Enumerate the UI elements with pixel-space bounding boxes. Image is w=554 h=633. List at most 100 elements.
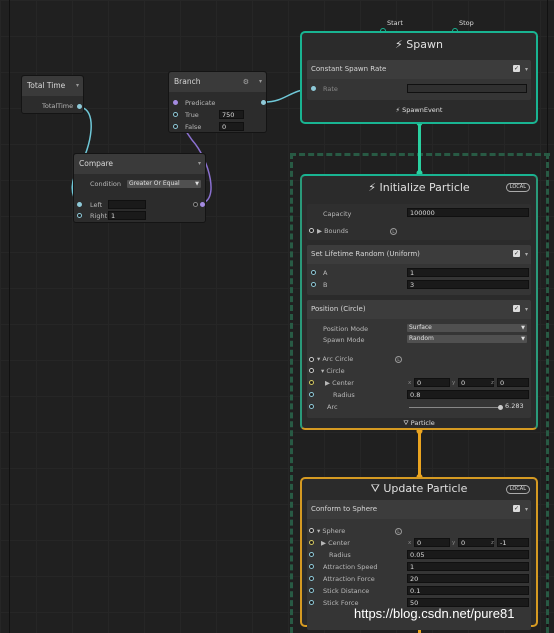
enable-checkbox[interactable]: ✓ xyxy=(513,65,520,72)
particle-icon: ⛛ xyxy=(370,482,380,495)
false-value-field[interactable]: 0 xyxy=(219,122,244,131)
position-mode-dropdown[interactable]: Surface ▼ xyxy=(407,324,527,332)
right-input-port[interactable] xyxy=(77,213,82,218)
arc-circle-port[interactable] xyxy=(309,357,314,362)
rate-input-port[interactable] xyxy=(311,86,316,91)
attraction-speed-port[interactable] xyxy=(309,564,314,569)
stick-force-port[interactable] xyxy=(309,600,314,605)
branch-title: Branch xyxy=(174,77,201,86)
bounds-label: ▶ Bounds xyxy=(317,227,349,235)
attraction-force-field[interactable]: 20 xyxy=(407,574,529,583)
sphere-port[interactable] xyxy=(309,528,314,533)
update-particle-context[interactable]: ⛛ Update Particle LOCAL Conform to Spher… xyxy=(300,477,538,630)
position-circle-block[interactable]: Position (Circle) ✓ ▾ Position Mode Surf… xyxy=(307,300,531,418)
right-value-field[interactable]: 1 xyxy=(108,211,146,220)
center-z-field[interactable]: -1 xyxy=(497,538,529,547)
update-title-row: ⛛ Update Particle xyxy=(302,482,536,496)
arc-value-field[interactable]: 6.283 xyxy=(503,402,529,411)
radius-port[interactable] xyxy=(309,552,314,557)
left-value-field[interactable] xyxy=(108,200,146,209)
constant-spawn-rate-header[interactable]: Constant Spawn Rate ✓ ▾ xyxy=(307,60,531,79)
stick-distance-port[interactable] xyxy=(309,588,314,593)
set-lifetime-block[interactable]: Set Lifetime Random (Uniform) ✓ ▾ A 1 B … xyxy=(307,245,531,295)
init-title-row: ⚡ Initialize Particle xyxy=(302,181,536,194)
chevron-down-icon[interactable]: ▾ xyxy=(525,300,528,319)
chevron-down-icon[interactable]: ▾ xyxy=(525,500,528,519)
enable-checkbox[interactable]: ✓ xyxy=(513,250,520,257)
b-input-port[interactable] xyxy=(311,282,316,287)
total-time-header[interactable]: Total Time ▾ xyxy=(22,76,83,96)
false-label: False xyxy=(185,123,202,131)
center-x-field[interactable]: 0 xyxy=(414,378,450,387)
condition-value: Greater Or Equal xyxy=(129,180,180,187)
true-input-port[interactable] xyxy=(173,112,178,117)
condition-dropdown[interactable]: Greater Or Equal ▼ xyxy=(127,180,201,188)
branch-header[interactable]: Branch ⚙ ▾ xyxy=(169,72,266,92)
center-port[interactable] xyxy=(309,540,314,545)
attraction-speed-field[interactable]: 1 xyxy=(407,562,529,571)
particle-footer-label: Particle xyxy=(410,419,435,427)
branch-output-port[interactable] xyxy=(261,100,266,105)
rate-value-field[interactable] xyxy=(407,84,527,93)
gear-icon[interactable]: ⚙ xyxy=(243,72,249,92)
false-input-port[interactable] xyxy=(173,124,178,129)
collapse-icon[interactable]: ▾ xyxy=(76,76,79,96)
set-lifetime-title: Set Lifetime Random (Uniform) xyxy=(311,250,420,258)
arc-port[interactable] xyxy=(309,404,314,409)
center-z-field[interactable]: 0 xyxy=(497,378,529,387)
radius-port[interactable] xyxy=(309,392,314,397)
center-y-field[interactable]: 0 xyxy=(458,378,494,387)
particle-icon: ⛛ xyxy=(403,419,409,427)
branch-node[interactable]: Branch ⚙ ▾ Predicate True 750 False 0 xyxy=(168,71,267,133)
circle-port[interactable] xyxy=(309,368,314,373)
position-circle-header[interactable]: Position (Circle) ✓ ▾ xyxy=(307,300,531,319)
total-time-node[interactable]: Total Time ▾ TotalTime xyxy=(21,75,84,114)
center-y-field[interactable]: 0 xyxy=(458,538,494,547)
conform-to-sphere-header[interactable]: Conform to Sphere ✓ ▾ xyxy=(307,500,531,519)
collapse-icon[interactable]: ▾ xyxy=(198,154,201,174)
left-input-port[interactable] xyxy=(77,202,82,207)
predicate-input-port[interactable] xyxy=(173,100,178,105)
constant-spawn-rate-block[interactable]: Constant Spawn Rate ✓ ▾ Rate xyxy=(307,60,531,100)
compare-node[interactable]: Compare ▾ Condition Greater Or Equal ▼ L… xyxy=(73,153,206,223)
true-value-field[interactable]: 750 xyxy=(219,110,244,119)
local-badge[interactable]: LOCAL xyxy=(505,183,530,192)
collapse-icon[interactable]: ▾ xyxy=(259,72,262,92)
predicate-label: Predicate xyxy=(185,99,216,107)
local-badge[interactable]: LOCAL xyxy=(505,485,530,494)
capacity-field[interactable]: 100000 xyxy=(407,208,529,217)
arc-label: Arc xyxy=(327,403,338,411)
enable-checkbox[interactable]: ✓ xyxy=(513,505,520,512)
center-port[interactable] xyxy=(309,380,314,385)
total-time-output-port[interactable] xyxy=(77,104,82,109)
chevron-down-icon[interactable]: ▾ xyxy=(525,245,528,264)
radius-field[interactable]: 0.05 xyxy=(407,550,529,559)
b-field[interactable]: 3 xyxy=(407,280,529,289)
x-axis-label: x xyxy=(408,540,412,546)
spawn-mode-dropdown[interactable]: Random ▼ xyxy=(407,335,527,343)
sphere-text: Sphere xyxy=(322,527,346,535)
space-toggle-icon[interactable]: L xyxy=(395,528,402,535)
stick-distance-field[interactable]: 0.1 xyxy=(407,586,529,595)
initialize-particle-context[interactable]: ⚡ Initialize Particle LOCAL Capacity 100… xyxy=(300,174,538,430)
compare-header[interactable]: Compare ▾ xyxy=(74,154,205,174)
attraction-force-port[interactable] xyxy=(309,576,314,581)
set-lifetime-header[interactable]: Set Lifetime Random (Uniform) ✓ ▾ xyxy=(307,245,531,264)
space-toggle-icon[interactable]: L xyxy=(395,356,402,363)
compare-output-port[interactable] xyxy=(200,202,205,207)
bounds-port[interactable] xyxy=(309,228,314,233)
position-circle-title: Position (Circle) xyxy=(311,305,366,313)
arc-slider-track[interactable] xyxy=(409,407,501,408)
space-toggle-icon[interactable]: L xyxy=(390,228,397,235)
chevron-down-icon: ▼ xyxy=(521,336,525,342)
sphere-label: ▾ Sphere xyxy=(317,527,346,535)
center-x-field[interactable]: 0 xyxy=(414,538,450,547)
compare-extra-port[interactable] xyxy=(193,202,198,207)
a-field[interactable]: 1 xyxy=(407,268,529,277)
particle-footer-row: ⛛ Particle xyxy=(302,419,536,428)
spawn-context[interactable]: ⚡ Spawn Constant Spawn Rate ✓ ▾ Rate ⚡ S… xyxy=(300,31,538,124)
radius-field[interactable]: 0.8 xyxy=(407,390,529,399)
a-input-port[interactable] xyxy=(311,270,316,275)
enable-checkbox[interactable]: ✓ xyxy=(513,305,520,312)
chevron-down-icon[interactable]: ▾ xyxy=(525,60,528,79)
